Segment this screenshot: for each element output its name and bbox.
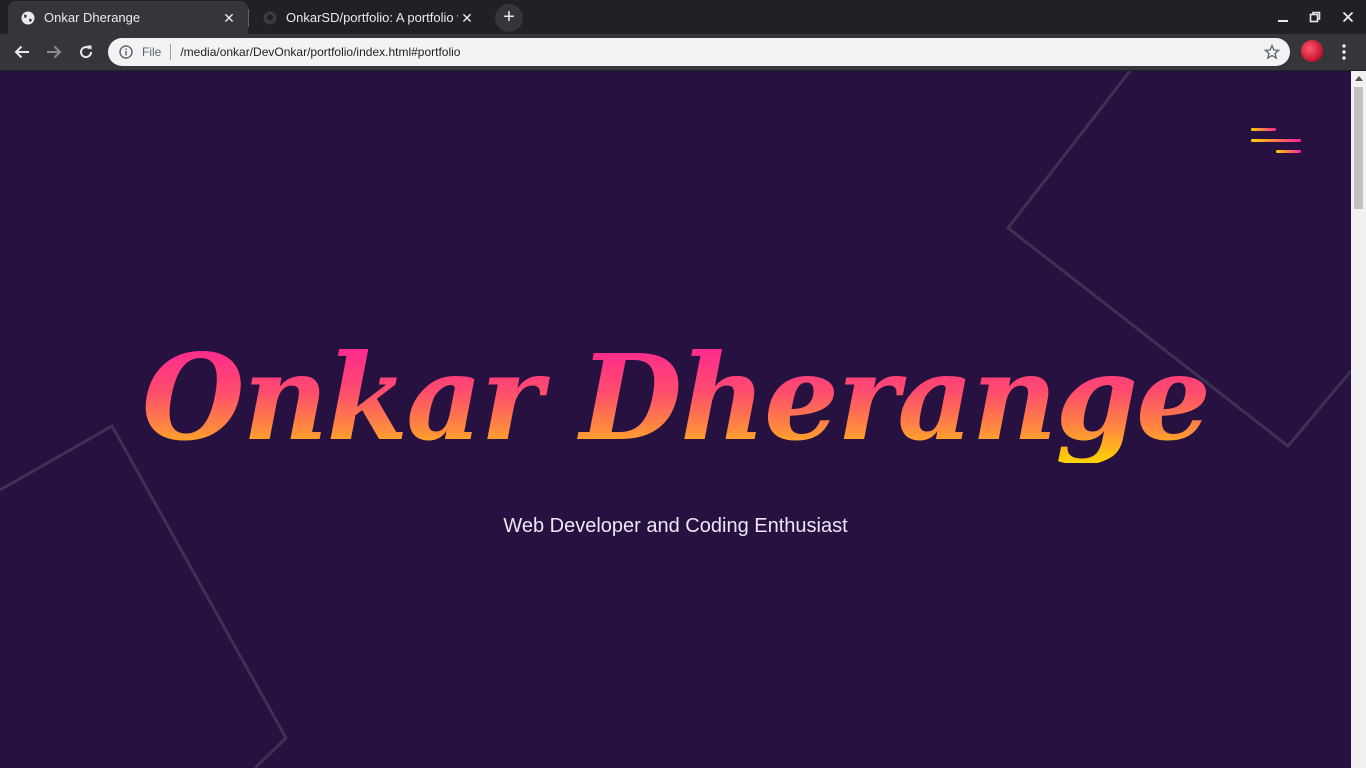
forward-arrow-icon[interactable] (40, 38, 68, 66)
page-viewport: Onkar Dherange Web Developer and Coding … (0, 71, 1351, 768)
bookmark-star-icon[interactable] (1262, 42, 1282, 62)
more-options-icon[interactable] (1336, 40, 1352, 64)
github-icon (262, 10, 278, 26)
address-bar[interactable]: File /media/onkar/DevOnkar/portfolio/ind… (108, 38, 1290, 66)
new-tab-button[interactable]: + (495, 4, 523, 32)
scroll-thumb[interactable] (1354, 87, 1363, 209)
profile-avatar[interactable] (1301, 40, 1323, 62)
info-icon[interactable] (118, 44, 134, 60)
page-scrollbar[interactable] (1351, 71, 1366, 768)
tab-title: OnkarSD/portfolio: A portfolio website (286, 10, 458, 25)
restore-icon[interactable] (1298, 0, 1332, 34)
reload-icon[interactable] (72, 38, 100, 66)
url-text[interactable]: /media/onkar/DevOnkar/portfolio/index.ht… (180, 45, 1262, 59)
close-tab-icon[interactable]: ✕ (220, 9, 238, 27)
hero-tagline: Web Developer and Coding Enthusiast (503, 515, 848, 537)
hamburger-menu-icon[interactable] (1247, 124, 1305, 160)
globe-icon (20, 10, 36, 26)
tab-onkar-dherange[interactable]: Onkar Dherange ✕ (8, 1, 248, 34)
tab-title: Onkar Dherange (44, 10, 141, 25)
browser-toolbar: File /media/onkar/DevOnkar/portfolio/ind… (0, 34, 1366, 71)
minimize-icon[interactable] (1266, 0, 1300, 34)
close-tab-icon[interactable]: ✕ (458, 9, 476, 27)
tab-github-portfolio[interactable]: OnkarSD/portfolio: A portfolio website ✕ (250, 1, 486, 34)
back-arrow-icon[interactable] (8, 38, 36, 66)
close-window-icon[interactable] (1331, 0, 1365, 34)
scroll-up-icon[interactable] (1351, 71, 1366, 85)
address-divider (170, 44, 172, 60)
tab-strip: Onkar Dherange ✕ OnkarSD/portfolio: A po… (0, 0, 1366, 34)
tab-separator (248, 9, 249, 27)
hero-name: Onkar Dherange (0, 333, 1351, 463)
scheme-label: File (142, 45, 162, 59)
